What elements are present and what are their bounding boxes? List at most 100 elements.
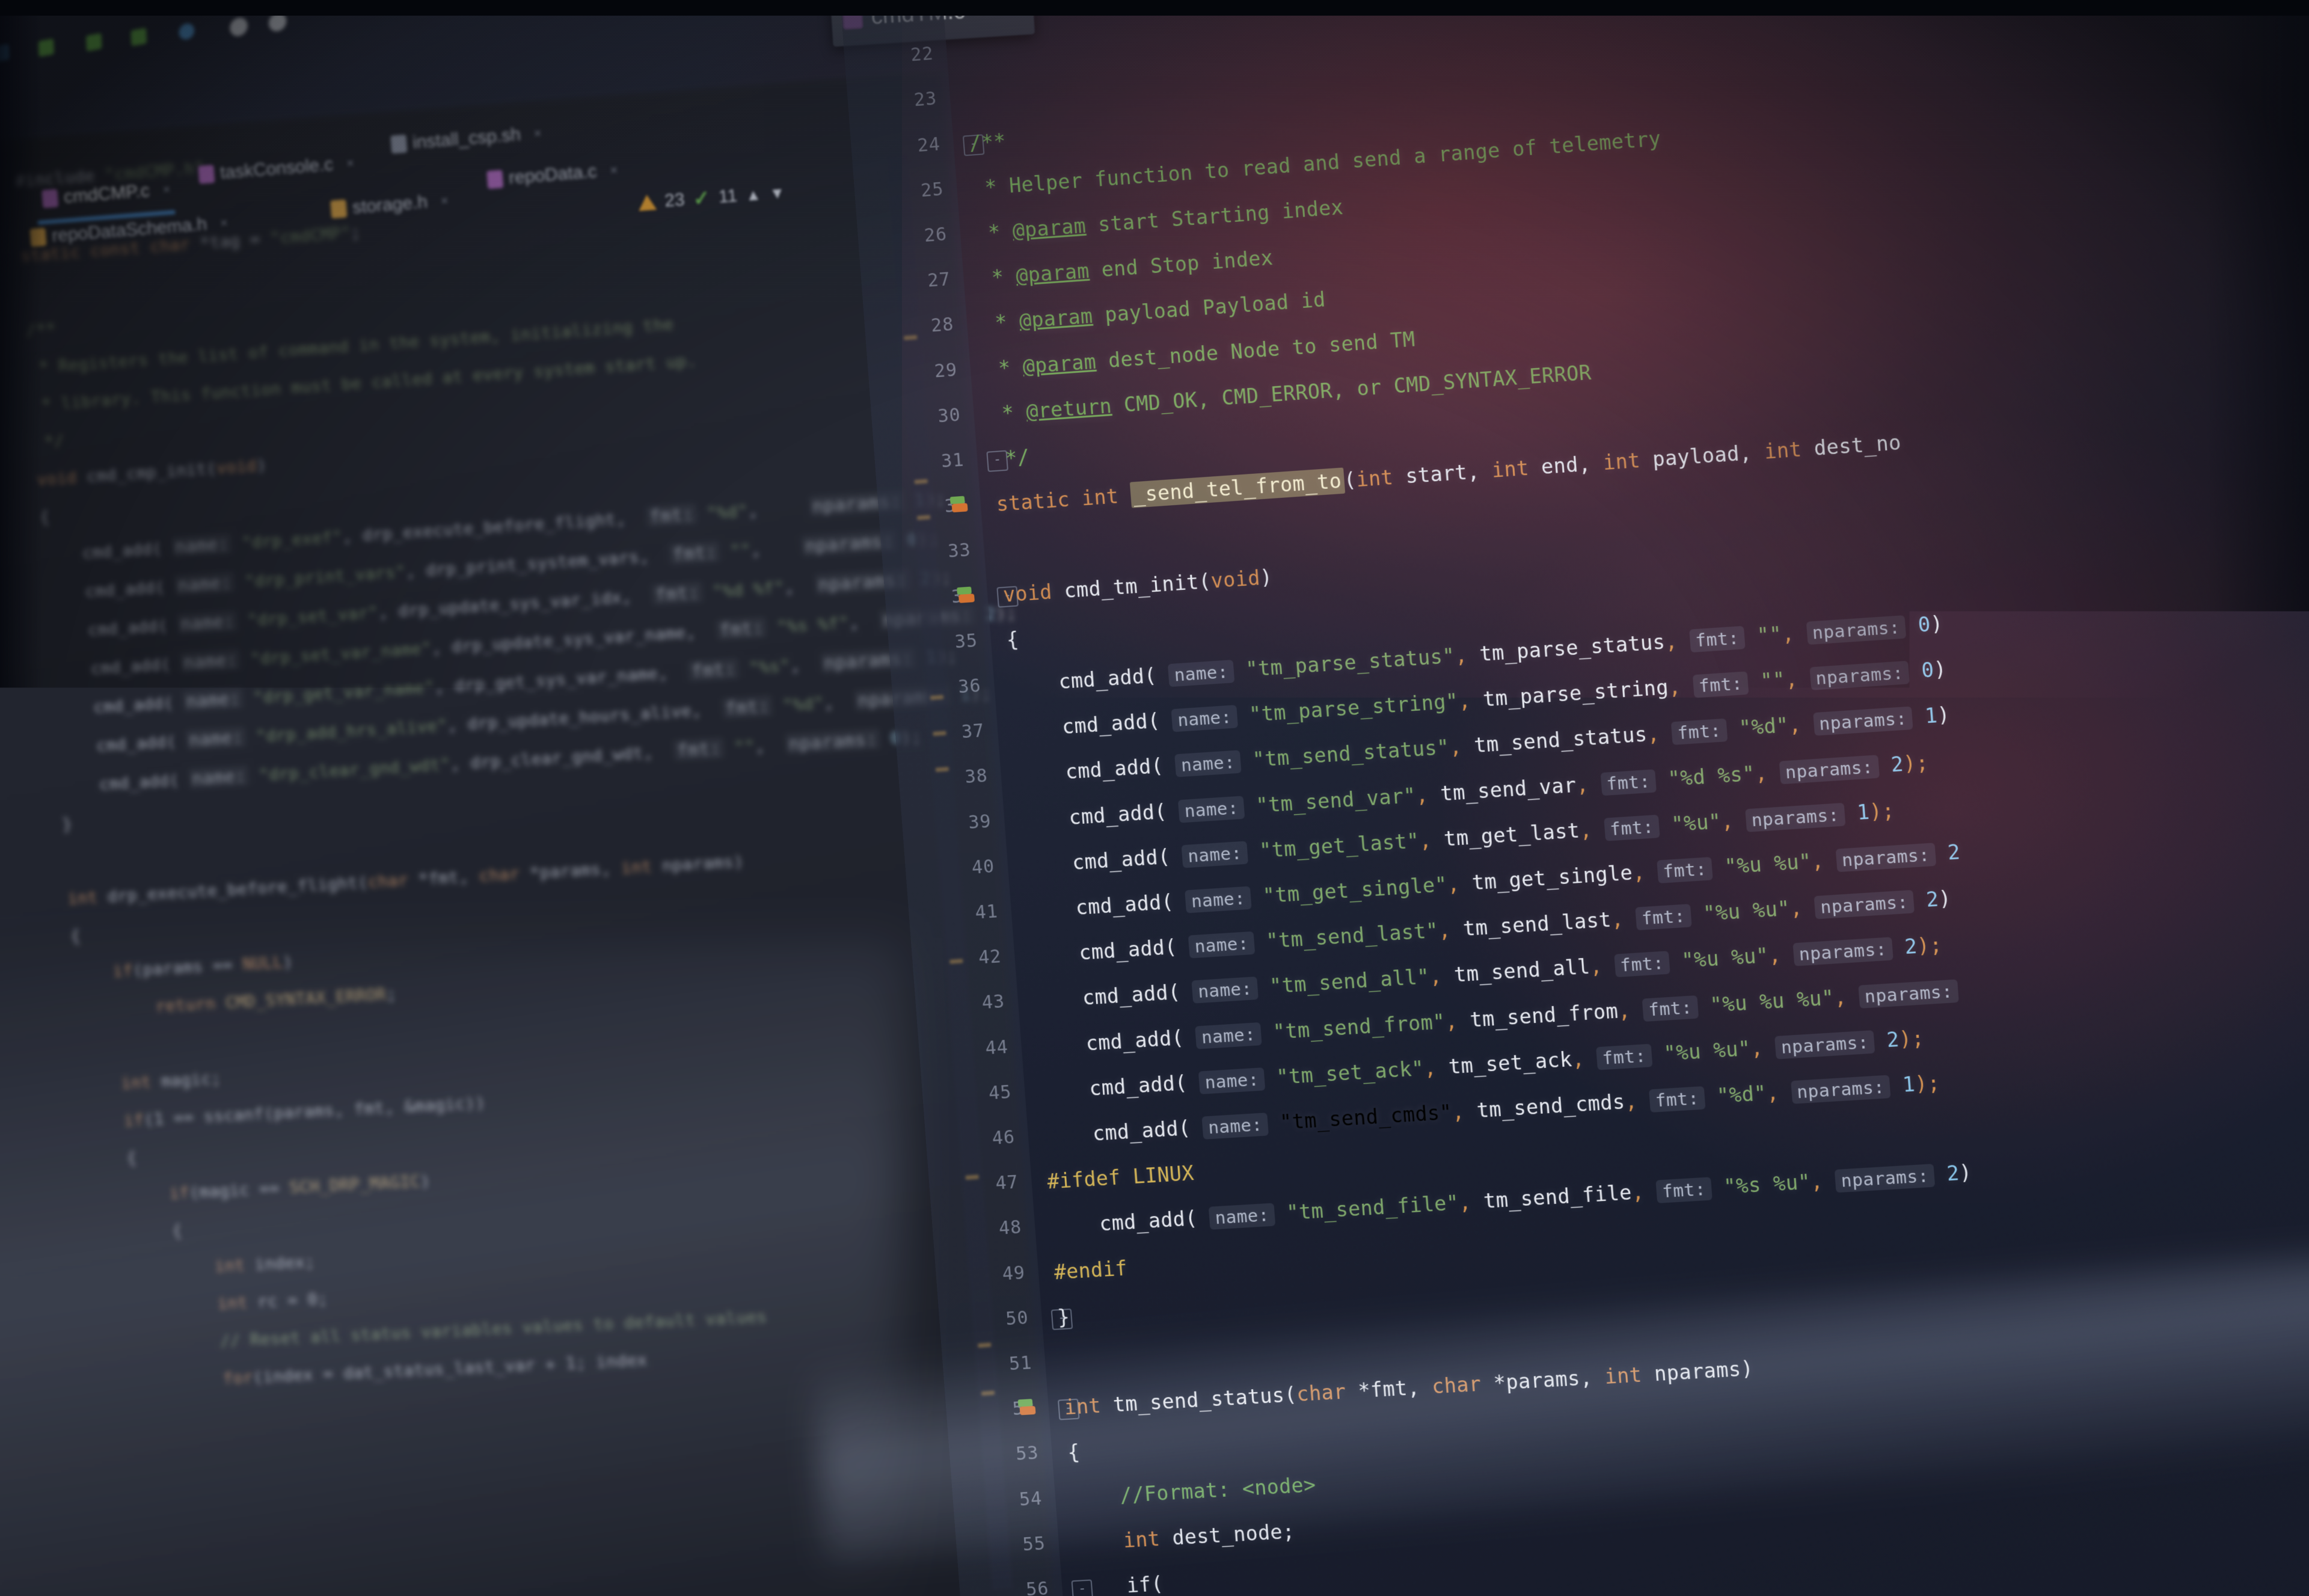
code-token: {	[1067, 1440, 1081, 1464]
code-token: /**	[968, 129, 1007, 155]
code-token: cmd_tm_init	[1063, 570, 1200, 603]
line-number: 45	[939, 1082, 1013, 1107]
code-token: cmd_add(	[1013, 708, 1173, 741]
code-line[interactable]: * @param payload Payload id	[982, 288, 1326, 336]
code-token: #endif	[1053, 1256, 1129, 1284]
code-token: ,	[1454, 642, 1480, 668]
code-token: )	[1930, 612, 1944, 636]
code-line[interactable]: * @param end Stop index	[978, 246, 1274, 290]
code-token: "tm_send_var"	[1255, 784, 1417, 817]
code-token: "tm_get_last"	[1259, 829, 1420, 862]
code-token: nparams:	[1813, 707, 1913, 736]
code-line[interactable]	[961, 40, 975, 64]
code-line[interactable]	[1060, 1350, 1074, 1374]
code-line[interactable]: * Helper function to read and send a ran…	[972, 127, 1662, 200]
code-line[interactable]: }	[1056, 1305, 1070, 1329]
editor-tab-label: repoData.c	[508, 161, 598, 188]
code-token: name:	[1195, 1022, 1262, 1049]
code-token	[1908, 659, 1922, 684]
code-line[interactable]: * @param dest_node Node to send TM	[986, 327, 1416, 381]
code-token: dest_node;	[1171, 1519, 1296, 1549]
code-token: ,	[1768, 942, 1794, 968]
code-token: "tm_send_from"	[1272, 1010, 1446, 1044]
code-token: ,	[1589, 953, 1616, 978]
code-token: tm_send_cmds	[1476, 1090, 1625, 1122]
code-token: 2	[1925, 887, 1940, 912]
line-number: 54	[969, 1488, 1043, 1513]
code-token: @param	[1015, 259, 1090, 288]
code-token: nparams:	[1858, 979, 1958, 1008]
wrench-blue-icon[interactable]	[130, 28, 147, 46]
code-token: );	[1869, 798, 1895, 823]
code-token: "%d %s"	[1667, 761, 1756, 791]
code-line[interactable]: //Format: <node>	[1070, 1473, 1317, 1510]
code-line[interactable]: if(	[1077, 1572, 1164, 1596]
code-line[interactable]: static int _send_tel_from_to(int start, …	[996, 431, 1903, 516]
line-number: 35	[905, 630, 978, 656]
code-token: cmd_add(	[1016, 753, 1176, 787]
main-editor-pane[interactable]: 2223242526272829303132333435363738394041…	[839, 0, 2309, 1596]
previous-problem-icon[interactable]: ▲	[745, 185, 762, 204]
code-line[interactable]: void cmd_tm_init(void)	[1002, 565, 1273, 606]
close-icon[interactable]: ×	[440, 193, 449, 209]
gutter-run-marker[interactable]	[949, 496, 971, 517]
code-line[interactable]: */	[992, 445, 1031, 471]
editor-tab-taskconsole-c[interactable]: taskConsole.c ×	[198, 153, 355, 185]
weak-warning-count: 11	[718, 186, 738, 207]
code-line[interactable]: * @param start Starting index	[975, 195, 1345, 245]
code-token: ,	[1765, 1079, 1792, 1105]
code-token	[1710, 1175, 1725, 1199]
code-line[interactable]: {	[1006, 627, 1020, 651]
gutter-run-marker[interactable]	[955, 586, 978, 607]
code-line[interactable]: static const char *tag =	[958, 0, 1265, 19]
gutter-run-marker[interactable]	[1017, 1399, 1039, 1420]
code-token: fmt:	[1600, 769, 1657, 796]
code-token: ,	[1811, 848, 1837, 873]
line-number: 41	[925, 901, 999, 927]
code-token: nparams:	[1809, 661, 1910, 690]
code-token: cmd_add(	[1050, 1206, 1210, 1239]
checkmark-green-icon[interactable]	[86, 33, 102, 52]
code-token: */	[992, 445, 1031, 471]
close-icon[interactable]: ×	[346, 155, 355, 171]
code-token: ,	[1418, 827, 1445, 852]
editor-tab-install-csp-sh[interactable]: install_csp.sh ×	[390, 123, 542, 155]
code-line[interactable]	[965, 85, 979, 109]
code-token	[1690, 902, 1704, 927]
clock-icon[interactable]	[179, 22, 195, 41]
editor-tab-repodata-c[interactable]: repoData.c ×	[486, 160, 619, 191]
code-line[interactable]: {	[1067, 1440, 1081, 1464]
code-token: int	[1764, 437, 1815, 464]
code-token	[1891, 935, 1906, 960]
close-icon[interactable]: ×	[533, 125, 542, 141]
line-number: 22	[860, 43, 934, 70]
code-token	[1878, 753, 1892, 778]
close-icon[interactable]: ×	[162, 182, 171, 198]
code-token: nparams:	[1791, 1075, 1891, 1104]
close-icon[interactable]: ×	[219, 215, 228, 231]
checkmark-green-icon[interactable]	[38, 38, 54, 57]
code-token: dest_node Node to send TM	[1095, 327, 1415, 373]
code-line[interactable]: /**	[968, 129, 1007, 155]
monitor-photo-scene: #include "cmdCMP.h" static const char *t…	[0, 0, 2309, 1596]
next-problem-icon[interactable]: ▼	[769, 183, 786, 203]
screenshot-root: #include "cmdCMP.h" static const char *t…	[0, 0, 2309, 1596]
code-line[interactable]: int tm_send_status(char *fmt, char *para…	[1064, 1357, 1755, 1419]
code-line[interactable]: #endif	[1053, 1256, 1129, 1284]
code-token: ,	[1750, 1035, 1776, 1060]
code-line[interactable]: int dest_node;	[1073, 1519, 1295, 1555]
close-icon[interactable]: ×	[609, 162, 618, 179]
line-number: 25	[871, 179, 944, 205]
code-token: )	[1933, 657, 1948, 682]
editor-tab-bar[interactable]: cmdCMP.c × taskConsole.c × install_csp.sh × st…	[0, 58, 896, 202]
file-type-icon	[330, 200, 347, 219]
code-line[interactable]	[999, 537, 1013, 561]
toolbar-icon[interactable]	[268, 11, 287, 33]
code-token: );	[1903, 750, 1929, 776]
code-line[interactable]: #ifdef LINUX	[1046, 1161, 1195, 1194]
undo-icon[interactable]	[230, 16, 248, 38]
code-token: 0	[1921, 658, 1935, 683]
run-gutter-icon	[958, 594, 975, 603]
code-token: nparams:	[1806, 615, 1906, 645]
code-token: int	[1073, 1526, 1173, 1555]
